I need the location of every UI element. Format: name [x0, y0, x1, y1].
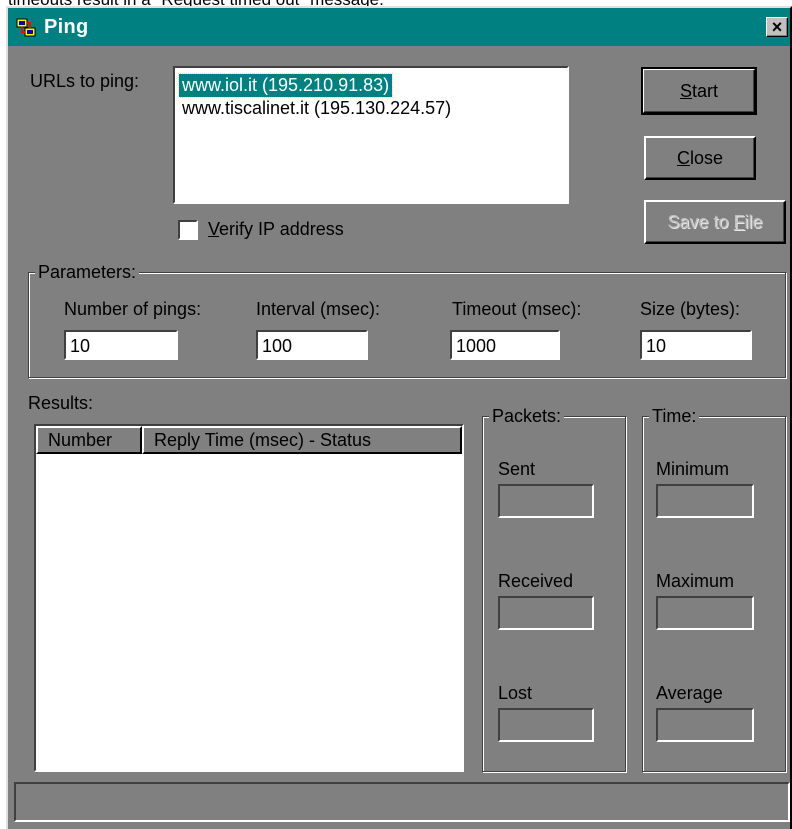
- verify-label-text: erify IP address: [219, 219, 344, 239]
- average-label: Average: [656, 683, 723, 703]
- close-accel: C: [676, 148, 690, 168]
- status-bar: [14, 782, 790, 822]
- save-accel: F: [733, 212, 745, 232]
- save-label: Save to: [667, 212, 734, 232]
- save-label-rest: ile: [744, 212, 763, 232]
- close-window-button[interactable]: ×: [766, 17, 788, 37]
- url-item[interactable]: www.tiscalinet.it (195.130.224.57): [179, 97, 454, 120]
- column-header-reply-time[interactable]: Reply Time (msec) - Status: [142, 426, 462, 454]
- results-label: Results:: [28, 393, 94, 413]
- minimum-value-box: [656, 484, 754, 518]
- close-label: lose: [689, 148, 724, 168]
- column-header-number[interactable]: Number: [36, 426, 142, 454]
- network-ping-icon: [16, 18, 36, 37]
- minimum-label: Minimum: [656, 459, 730, 479]
- maximum-label: Maximum: [656, 571, 735, 591]
- start-button[interactable]: Start: [641, 67, 757, 115]
- results-listview[interactable]: Number Reply Time (msec) - Status: [34, 424, 464, 772]
- window-title: Ping: [44, 16, 89, 38]
- sent-value-box: [498, 484, 594, 518]
- start-label: tart: [692, 81, 719, 101]
- interval-value: 100: [262, 336, 293, 356]
- packets-group-label: Packets:: [489, 405, 565, 427]
- start-accel: S: [679, 81, 692, 101]
- number-of-pings-input[interactable]: 10: [64, 330, 178, 360]
- close-button[interactable]: Close: [644, 136, 756, 180]
- verify-ip-checkbox[interactable]: [178, 220, 198, 240]
- parameters-group: Parameters:: [28, 261, 786, 378]
- urls-label: URLs to ping:: [30, 71, 140, 91]
- verify-accel: V: [208, 219, 220, 239]
- sent-label: Sent: [498, 459, 536, 479]
- timeout-input[interactable]: 1000: [450, 330, 560, 360]
- received-label: Received: [498, 571, 574, 591]
- interval-input[interactable]: 100: [256, 330, 368, 360]
- number-of-pings-label: Number of pings:: [64, 299, 202, 319]
- timeout-value: 1000: [456, 336, 497, 356]
- ping-dialog: Ping × URLs to ping: www.iol.it (195.210…: [6, 6, 792, 829]
- verify-ip-label[interactable]: Verify IP address: [208, 218, 344, 240]
- timeout-label: Timeout (msec):: [452, 299, 582, 319]
- url-item[interactable]: www.iol.it (195.210.91.83): [177, 73, 394, 98]
- lost-label: Lost: [498, 683, 533, 703]
- size-label: Size (bytes):: [640, 299, 741, 319]
- save-to-file-button[interactable]: Save to File: [644, 200, 786, 244]
- average-value-box: [656, 708, 754, 742]
- interval-label: Interval (msec):: [256, 299, 381, 319]
- title-bar[interactable]: Ping ×: [8, 8, 790, 46]
- maximum-value-box: [656, 596, 754, 630]
- urls-listbox[interactable]: www.iol.it (195.210.91.83) www.tiscaline…: [173, 66, 569, 204]
- lost-value-box: [498, 708, 594, 742]
- time-group-label: Time:: [649, 405, 700, 427]
- number-of-pings-value: 10: [70, 336, 91, 356]
- size-input[interactable]: 10: [640, 330, 752, 360]
- size-value: 10: [646, 336, 667, 356]
- received-value-box: [498, 596, 594, 630]
- parameters-group-label: Parameters:: [35, 261, 140, 283]
